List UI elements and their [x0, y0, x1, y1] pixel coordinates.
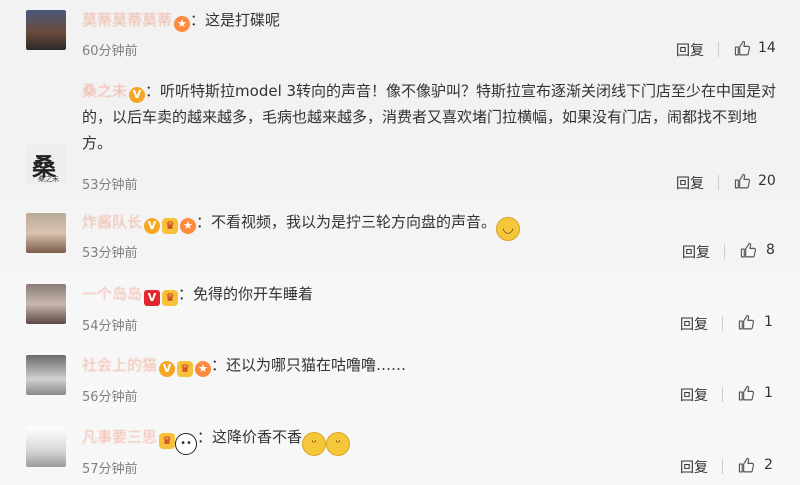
comment-time: 56分钟前	[82, 390, 138, 405]
like-count: 2	[764, 457, 773, 473]
user-avatar[interactable]	[26, 10, 66, 50]
thumbs-up-icon[interactable]	[738, 314, 755, 331]
doge-emoji-icon: ᵕ	[326, 432, 351, 456]
comment-item: 一个岛岛 V ♛ ：免得的你开车睡着 54分钟前 回复 1	[0, 271, 800, 343]
colon: ：	[211, 356, 227, 374]
divider	[718, 175, 719, 190]
like-count: 8	[766, 242, 775, 258]
comment-time: 53分钟前	[82, 178, 138, 193]
thumbs-up-icon[interactable]	[738, 385, 755, 402]
comment-text: 这是打碟呢	[205, 11, 281, 29]
comment-time: 54分钟前	[82, 319, 138, 334]
vip-badge-icon: V	[159, 361, 176, 377]
member-badge-icon: ★	[195, 361, 212, 377]
reply-button[interactable]: 回复	[676, 40, 704, 60]
divider	[722, 387, 723, 402]
divider	[722, 316, 723, 331]
comment-username[interactable]: 一个岛岛	[82, 285, 142, 303]
thumbs-up-icon[interactable]	[734, 173, 751, 190]
like-count: 1	[764, 314, 773, 330]
comment-text: 免得的你开车睡着	[193, 285, 314, 303]
vip-badge-icon: V	[144, 290, 161, 306]
member-crown-icon: ♛	[159, 433, 176, 449]
reply-button[interactable]: 回复	[682, 242, 710, 262]
member-badge-icon: ★	[174, 16, 191, 32]
thumbs-up-icon[interactable]	[740, 242, 757, 259]
comment-username[interactable]: 社会上的猫	[82, 356, 157, 374]
comment-username[interactable]: 炸酱队长	[82, 213, 142, 231]
member-badge-icon: ★	[180, 218, 197, 234]
colon: ：	[197, 428, 213, 446]
comment-text: 这降价香不香	[212, 428, 303, 446]
member-crown-icon: ♛	[162, 218, 179, 234]
user-avatar[interactable]: 桑 桑之未	[26, 145, 66, 185]
reply-button[interactable]: 回复	[680, 457, 708, 477]
member-crown-icon: ♛	[177, 361, 194, 377]
reply-button[interactable]: 回复	[676, 173, 704, 193]
comment-username[interactable]: 桑之未	[82, 82, 127, 100]
reply-button[interactable]: 回复	[680, 314, 708, 334]
doge-emoji-icon: ᵕ	[302, 432, 327, 456]
comment-text: 听听特斯拉model 3转向的声音！像不像驴叫？特斯拉宣布逐渐关闭线下门店至少在…	[82, 82, 777, 152]
thumbs-up-icon[interactable]	[738, 457, 755, 474]
user-avatar[interactable]	[26, 427, 66, 467]
reply-button[interactable]: 回复	[680, 385, 708, 405]
like-count: 14	[758, 40, 776, 56]
comment-username[interactable]: 莫蒂莫蒂莫蒂	[82, 11, 172, 29]
divider	[722, 459, 723, 474]
divider	[724, 244, 725, 259]
user-avatar[interactable]	[26, 213, 66, 253]
member-crown-icon: ♛	[162, 290, 179, 306]
like-count: 1	[764, 385, 773, 401]
comment-username[interactable]: 凡事要三思	[82, 428, 157, 446]
comment-text: 还以为哪只猫在咕噜噜……	[226, 356, 407, 374]
colon: ：	[145, 82, 161, 100]
smile-emoji-icon: ◡	[496, 217, 521, 241]
panda-emoji-icon: ••	[175, 433, 198, 455]
colon: ：	[196, 213, 212, 231]
comment-time: 53分钟前	[82, 246, 138, 261]
comment-time: 57分钟前	[82, 462, 138, 477]
colon: ：	[190, 11, 206, 29]
like-count: 20	[758, 173, 776, 189]
colon: ：	[178, 285, 194, 303]
comment-time: 60分钟前	[82, 44, 138, 59]
comment-item: 桑 桑之未 桑之未 V ：听听特斯拉model 3转向的声音！像不像驴叫？特斯拉宣布…	[0, 67, 800, 201]
comment-item: 社会上的猫 V ♛ ★ ：还以为哪只猫在咕噜噜…… 56分钟前 回复 1	[0, 342, 800, 415]
comment-item: 莫蒂莫蒂莫蒂 ★ ：这是打碟呢 60分钟前 回复 14	[0, 0, 800, 68]
user-avatar[interactable]	[26, 355, 66, 395]
comment-item: 凡事要三思 ♛ •• ：这降价香不香 ᵕ ᵕ 57分钟前 回复 2	[0, 414, 800, 485]
thumbs-up-icon[interactable]	[734, 40, 751, 57]
divider	[718, 42, 719, 57]
comment-item: 炸酱队长 V ♛ ★ ：不看视频，我以为是拧三轮方向盘的声音。 ◡ 53分钟前 回复 8	[0, 200, 800, 272]
vip-badge-icon: V	[129, 87, 146, 103]
vip-badge-icon: V	[144, 218, 161, 234]
user-avatar[interactable]	[26, 284, 66, 324]
comment-text: 不看视频，我以为是拧三轮方向盘的声音。	[211, 213, 497, 231]
